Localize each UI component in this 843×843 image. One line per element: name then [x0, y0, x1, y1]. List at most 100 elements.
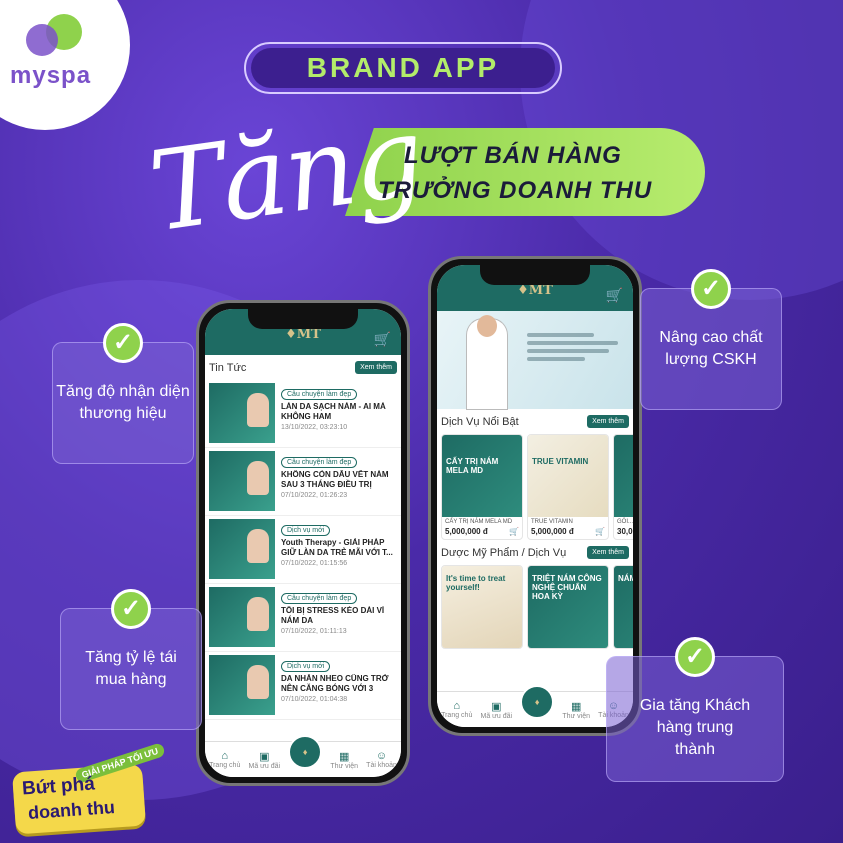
news-thumbnail	[209, 383, 275, 443]
tab-vouchers[interactable]: ▣ Mã ưu đãi	[249, 750, 281, 770]
product-price: 30,00	[617, 527, 633, 536]
cosmetic-card[interactable]: NÁM TR	[613, 565, 633, 649]
add-to-cart-icon[interactable]: 🛒	[509, 527, 519, 536]
cosmetics-section-header: Dược Mỹ Phẩm / Dịch Vụ Xem thêm	[437, 540, 633, 565]
feature-text: Tăng độ nhận diện thương hiệu	[56, 383, 190, 422]
news-thumbnail	[209, 519, 275, 579]
news-title: Youth Therapy - GIẢI PHÁP GIỮ LÀN DA TRẺ…	[281, 538, 393, 557]
news-title: TÔI BỊ STRESS KÉO DÀI VÌ NÁM DA	[281, 606, 385, 625]
image-icon: ▦	[338, 750, 350, 763]
tab-vouchers[interactable]: ▣ Mã ưu đãi	[481, 700, 513, 720]
home-icon: ⌂	[221, 750, 229, 762]
news-tag: Câu chuyện làm đẹp	[281, 457, 358, 468]
center-logo-button[interactable]: ♦	[288, 734, 323, 769]
gift-icon: ▣	[491, 700, 502, 713]
tab-bar: ⌂Trang chủ ▣Mã ưu đãi ♦ ▦Thư viện ☺Tài k…	[205, 734, 401, 777]
news-date: 07/10/2022, 01:11:13	[281, 628, 347, 635]
cosmetic-card[interactable]: It's time to treat yourself!	[441, 565, 523, 649]
app-logo: ♦MT	[285, 327, 321, 342]
add-to-cart-icon[interactable]: 🛒	[595, 527, 605, 536]
phone-notch	[480, 265, 590, 285]
news-item[interactable]: Câu chuyện làm đẹp TÔI BỊ STRESS KÉO DÀI…	[205, 584, 401, 652]
center-logo-button[interactable]: ♦	[520, 684, 555, 719]
cart-icon[interactable]: 🛒	[374, 331, 391, 348]
news-item[interactable]: Câu chuyện làm đẹp LÀN DA SẠCH NÁM - AI …	[205, 380, 401, 448]
news-thumbnail	[209, 655, 275, 715]
doctor-image	[467, 315, 507, 409]
news-thumbnail	[209, 451, 275, 511]
tab-home[interactable]: ⌂ Trang chủ	[209, 750, 240, 769]
tab-bar: ⌂Trang chủ ▣Mã ưu đãi ♦ ▦Thư viện ☺Tài k…	[437, 684, 633, 727]
product-price: 5,000,000 đ	[445, 527, 488, 536]
featured-products: CẤY TRỊ NÁM MELA MD CẤY TRỊ NÁM MELA MD …	[437, 434, 633, 540]
cosmetics-section-title: Dược Mỹ Phẩm / Dịch Vụ	[441, 546, 567, 559]
feature-text: Tăng tỷ lệ tái mua hàng	[85, 649, 177, 688]
product-card[interactable]: TRUE VITAMIN TRUE VITAMIN 5,000,000 đ 🛒	[527, 434, 609, 540]
news-thumbnail	[209, 587, 275, 647]
check-icon: ✓	[103, 323, 143, 363]
tab-home[interactable]: ⌂ Trang chủ	[441, 700, 472, 719]
news-tag: Dịch vụ mới	[281, 525, 331, 536]
news-section-header: Tin Tức Xem thêm	[205, 355, 401, 380]
news-date: 07/10/2022, 01:04:38	[281, 696, 348, 703]
product-price: 5,000,000 đ	[531, 527, 574, 536]
image-icon: ▦	[570, 700, 582, 713]
see-more-button[interactable]: Xem thêm	[587, 546, 629, 559]
product-card[interactable]: CẤY TRỊ NÁM MELA MD CẤY TRỊ NÁM MELA MD …	[441, 434, 523, 540]
feature-text: Nâng cao chất lượng CSKH	[659, 329, 763, 368]
product-name: TRUE VITAMIN	[531, 519, 573, 525]
check-icon: ✓	[675, 637, 715, 677]
phone-right-screen: ♦MT 🛒 Dịch Vụ Nổi Bật Xem thêm CẤY TRỊ N…	[437, 265, 633, 727]
news-date: 07/10/2022, 01:15:56	[281, 560, 348, 567]
headline-script: Tăng	[142, 91, 430, 257]
news-tag: Câu chuyện làm đẹp	[281, 593, 358, 604]
brand-app-pill: BRAND APP	[244, 42, 562, 94]
product-image: TRUE VITAMIN	[528, 435, 608, 517]
news-section-title: Tin Tức	[209, 361, 247, 374]
tab-library[interactable]: ▦ Thư viện	[330, 750, 358, 770]
news-title: LÀN DA SẠCH NÁM - AI MÀ KHÔNG HAM	[281, 402, 386, 421]
user-icon: ☺	[375, 750, 388, 762]
news-tag: Dịch vụ mới	[281, 661, 331, 672]
news-item[interactable]: Dịch vụ mới Youth Therapy - GIẢI PHÁP GI…	[205, 516, 401, 584]
featured-section-title: Dịch Vụ Nổi Bật	[441, 415, 519, 428]
feature-card-brand-recognition: ✓ Tăng độ nhận diện thương hiệu	[52, 323, 194, 464]
news-date: 07/10/2022, 01:26:23	[281, 492, 348, 499]
phone-left-screen: ♦MT 🛒 Tin Tức Xem thêm Câu chuyện làm đẹ…	[205, 309, 401, 777]
product-name: GÓI...	[617, 519, 633, 525]
check-icon: ✓	[691, 269, 731, 309]
feature-card-loyal-customers: ✓ Gia tăng Khách hàng trung thành	[606, 637, 784, 782]
feature-card-customer-care: ✓ Nâng cao chất lượng CSKH	[640, 269, 782, 410]
cosmetics-products: It's time to treat yourself! TRIỆT NÁM C…	[437, 565, 633, 649]
see-more-button[interactable]: Xem thêm	[587, 415, 629, 428]
feature-card-repurchase: ✓ Tăng tỷ lệ tái mua hàng	[60, 589, 202, 730]
headline-line-2: TRƯỞNG DOANH THU	[378, 177, 653, 204]
news-item[interactable]: Dịch vụ mới DA NHĂN NHEO CŨNG TRỞ NÊN CĂ…	[205, 652, 401, 720]
phone-left: ♦MT 🛒 Tin Tức Xem thêm Câu chuyện làm đẹ…	[196, 300, 410, 786]
news-item[interactable]: Câu chuyện làm đẹp KHÔNG CÒN DẤU VẾT NÁM…	[205, 448, 401, 516]
tab-account[interactable]: ☺Tài khoản	[366, 750, 397, 769]
cart-icon[interactable]: 🛒	[606, 287, 623, 304]
app-logo: ♦MT	[517, 283, 553, 298]
product-card[interactable]: GÓI... 30,00	[613, 434, 633, 540]
news-list: Câu chuyện làm đẹp LÀN DA SẠCH NÁM - AI …	[205, 380, 401, 720]
phone-notch	[248, 309, 358, 329]
product-image	[614, 435, 633, 517]
logo-text: myspa	[10, 62, 92, 89]
hero-banner[interactable]	[437, 311, 633, 409]
home-icon: ⌂	[453, 700, 461, 712]
headline-line-1: LƯỢT BÁN HÀNG	[404, 142, 622, 169]
product-name: CẤY TRỊ NÁM MELA MD	[445, 519, 513, 525]
ad-canvas: myspa BRAND APP Tăng LƯỢT BÁN HÀNG TRƯỞN…	[0, 0, 843, 843]
cosmetic-image: It's time to treat yourself!	[442, 566, 522, 648]
see-more-button[interactable]: Xem thêm	[355, 361, 397, 374]
news-title: KHÔNG CÒN DẤU VẾT NÁM SAU 3 THÁNG ĐIỀU T…	[281, 470, 389, 489]
cosmetic-image: TRIỆT NÁM CÔNG NGHỆ CHUẨN HOA KỲ	[528, 566, 608, 648]
tab-library[interactable]: ▦ Thư viện	[562, 700, 590, 720]
check-icon: ✓	[111, 589, 151, 629]
news-date: 13/10/2022, 03:23:10	[281, 424, 348, 431]
cosmetic-card[interactable]: TRIỆT NÁM CÔNG NGHỆ CHUẨN HOA KỲ	[527, 565, 609, 649]
gift-icon: ▣	[259, 750, 270, 763]
hero-text	[527, 333, 623, 365]
myspa-logo-icon	[26, 14, 82, 56]
